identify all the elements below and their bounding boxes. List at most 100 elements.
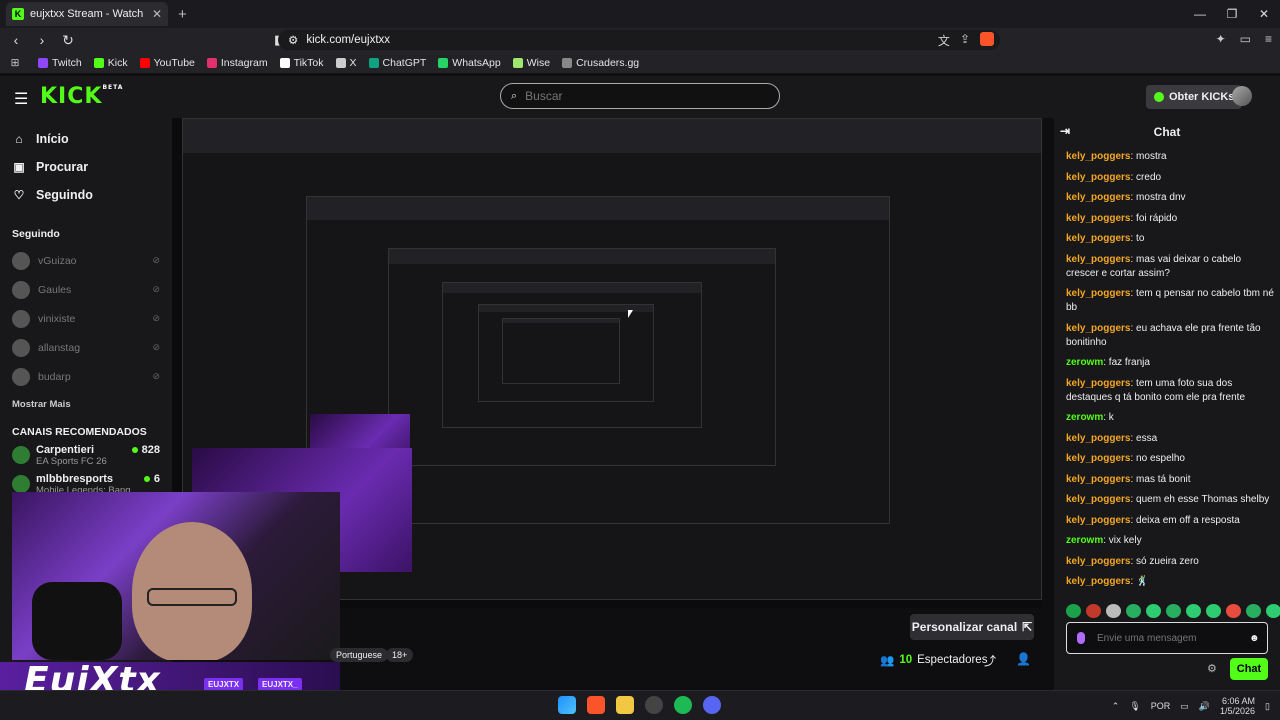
sidebar-item-inicio[interactable]: ⌂ Início	[0, 126, 172, 152]
following-channel[interactable]: vinixiste ⊘	[0, 304, 172, 333]
mic-icon[interactable]	[1077, 632, 1085, 644]
get-kicks-button[interactable]: Obter KICKs	[1146, 85, 1243, 109]
notifications-icon[interactable]: ▯	[1265, 701, 1270, 712]
language-tag[interactable]: Portuguese	[330, 648, 389, 662]
following-channel[interactable]: vGuizao ⊘	[0, 246, 172, 275]
bookmark-label: Crusaders.gg	[576, 56, 640, 69]
bookmark-youtube[interactable]: YouTube	[139, 57, 195, 69]
close-tab-icon[interactable]: ✕	[152, 7, 162, 21]
follow-user-icon[interactable]: 👤	[1016, 652, 1031, 666]
close-window-icon[interactable]: ✕	[1248, 0, 1280, 28]
customize-channel-button[interactable]: Personalizar canal ⇱	[910, 614, 1034, 640]
site-info-icon[interactable]: ⚙	[288, 33, 298, 47]
chat-username[interactable]: kely_poggers	[1066, 433, 1130, 444]
forward-icon[interactable]: ›	[32, 32, 52, 48]
translate-icon[interactable]: 文	[938, 32, 950, 49]
collapse-chat-icon[interactable]: ⇥	[1060, 124, 1070, 138]
emote-icon[interactable]	[1106, 604, 1121, 618]
show-more-link[interactable]: Mostrar Mais	[0, 399, 172, 410]
new-tab-button[interactable]: +	[178, 6, 187, 23]
following-channel[interactable]: Gaules ⊘	[0, 275, 172, 304]
chat-username[interactable]: kely_poggers	[1066, 378, 1130, 389]
bookmark-tiktok[interactable]: TikTok	[279, 57, 324, 69]
reload-icon[interactable]: ↻	[58, 32, 78, 49]
chat-settings-icon[interactable]: ⚙	[1207, 662, 1217, 675]
bookmark-chatgpt[interactable]: ChatGPT	[368, 57, 426, 69]
minimize-icon[interactable]: —	[1184, 0, 1216, 28]
brave-browser-icon[interactable]	[587, 696, 605, 714]
tray-expand-icon[interactable]: ⌃	[1112, 701, 1120, 712]
back-icon[interactable]: ‹	[6, 32, 26, 48]
share-icon[interactable]: ⤴	[984, 652, 996, 669]
bookmark-x[interactable]: X	[335, 57, 357, 69]
address-bar[interactable]: ⚙ kick.com/eujxtxx 文 ⇪	[278, 30, 1000, 50]
brave-shields-icon[interactable]	[980, 32, 994, 46]
following-channel[interactable]: budarp ⊘	[0, 362, 172, 391]
chat-username[interactable]: kely_poggers	[1066, 556, 1130, 567]
chat-username[interactable]: kely_poggers	[1066, 192, 1130, 203]
volume-icon[interactable]: 🔊	[1199, 701, 1210, 712]
bookmark-wise[interactable]: Wise	[512, 57, 550, 69]
extensions-icon[interactable]: ✦	[1216, 32, 1226, 46]
bookmark-kick[interactable]: Kick	[93, 57, 128, 69]
browser-tab[interactable]: K eujxtxx Stream - Watch Live on K ✕	[6, 2, 168, 26]
network-icon[interactable]: ▭	[1180, 701, 1189, 712]
emote-icon[interactable]	[1086, 604, 1101, 618]
bookmark-whatsapp[interactable]: WhatsApp	[438, 57, 501, 69]
emote-icon[interactable]	[1246, 604, 1261, 618]
obs-icon[interactable]	[645, 696, 663, 714]
chat-username[interactable]: zerowm	[1066, 412, 1103, 423]
sidebar-toggle-icon[interactable]: ▭	[1240, 32, 1251, 46]
mature-tag[interactable]: 18+	[386, 648, 414, 662]
emote-icon[interactable]	[1186, 604, 1201, 618]
chat-username[interactable]: kely_poggers	[1066, 288, 1130, 299]
bookmark-twitch[interactable]: Twitch	[38, 57, 82, 69]
apps-grid-icon[interactable]: ⊞	[4, 57, 26, 69]
chat-username[interactable]: kely_poggers	[1066, 474, 1130, 485]
hamburger-menu-icon[interactable]: ☰	[14, 89, 28, 109]
emoji-icon[interactable]: ☻	[1249, 633, 1260, 644]
menu-icon[interactable]: ≡	[1265, 32, 1272, 46]
bookmark-instagram[interactable]: Instagram	[206, 57, 268, 69]
file-explorer-icon[interactable]	[616, 696, 634, 714]
chat-username[interactable]: kely_poggers	[1066, 453, 1130, 464]
emote-icon[interactable]	[1146, 604, 1161, 618]
chat-input-box[interactable]: ☻	[1066, 622, 1268, 654]
chat-username[interactable]: kely_poggers	[1066, 213, 1130, 224]
language-indicator[interactable]: POR	[1151, 701, 1171, 711]
search-input[interactable]	[525, 89, 756, 103]
chat-message-input[interactable]	[1097, 632, 1237, 644]
recommended-channel[interactable]: Carpentieri EA Sports FC 26 828	[0, 438, 172, 467]
discord-icon[interactable]	[703, 696, 721, 714]
chat-username[interactable]: kely_poggers	[1066, 172, 1130, 183]
chat-username[interactable]: kely_poggers	[1066, 494, 1130, 505]
windows-start-icon[interactable]	[558, 696, 576, 714]
sidebar-item-seguindo[interactable]: ♡ Seguindo	[0, 182, 172, 208]
spotify-icon[interactable]	[674, 696, 692, 714]
emote-icon[interactable]	[1126, 604, 1141, 618]
emote-icon[interactable]	[1226, 604, 1241, 618]
emote-icon[interactable]	[1166, 604, 1181, 618]
chat-username[interactable]: kely_poggers	[1066, 515, 1130, 526]
chat-username[interactable]: kely_poggers	[1066, 576, 1130, 587]
chat-username[interactable]: zerowm	[1066, 535, 1103, 546]
chat-username[interactable]: kely_poggers	[1066, 233, 1130, 244]
chat-username[interactable]: kely_poggers	[1066, 323, 1130, 334]
bookmark-crusaders-gg[interactable]: Crusaders.gg	[562, 57, 639, 69]
emote-icon[interactable]	[1266, 604, 1280, 618]
chat-username[interactable]: kely_poggers	[1066, 254, 1130, 265]
send-chat-button[interactable]: Chat	[1230, 658, 1268, 680]
emote-icon[interactable]	[1206, 604, 1221, 618]
mic-tray-icon[interactable]: 🎙	[1129, 701, 1140, 712]
share-page-icon[interactable]: ⇪	[960, 32, 970, 49]
search-bar[interactable]: ⌕	[500, 83, 780, 109]
user-avatar[interactable]	[1232, 86, 1252, 106]
chat-username[interactable]: zerowm	[1066, 357, 1103, 368]
emote-icon[interactable]	[1066, 604, 1081, 618]
following-channel[interactable]: allanstag ⊘	[0, 333, 172, 362]
sidebar-item-procurar[interactable]: ▣ Procurar	[0, 154, 172, 180]
chat-username[interactable]: kely_poggers	[1066, 151, 1130, 162]
kick-logo[interactable]: KICKBETA	[40, 84, 123, 109]
maximize-icon[interactable]: ❐	[1216, 0, 1248, 28]
clock[interactable]: 6:06 AM 1/5/2026	[1220, 696, 1255, 716]
